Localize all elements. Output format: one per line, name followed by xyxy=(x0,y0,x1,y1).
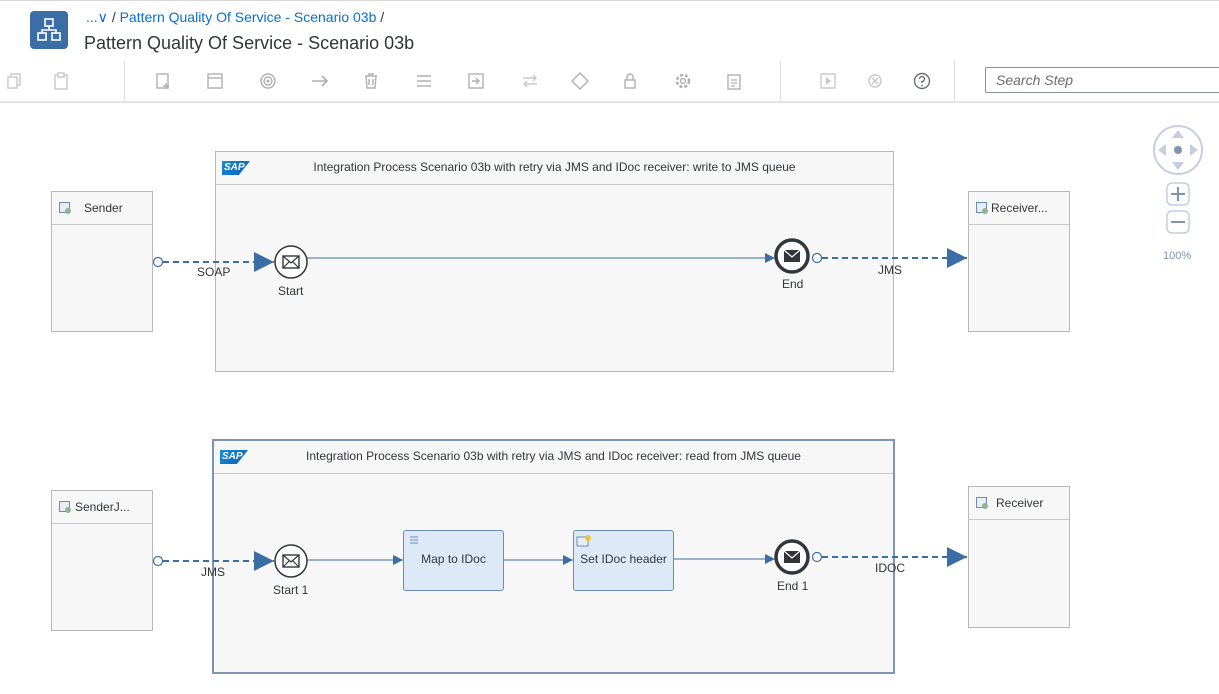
participant-icon xyxy=(59,202,71,214)
settings-icon[interactable] xyxy=(673,71,693,91)
content-modifier-step[interactable]: Set IDoc header xyxy=(573,530,674,591)
event-label: Start xyxy=(278,284,304,298)
event-label: End 1 xyxy=(777,579,809,593)
adapter-label: SOAP xyxy=(197,265,231,279)
pool-title: Integration Process Scenario 03b with re… xyxy=(306,449,801,463)
sender-participant[interactable]: SenderJ... xyxy=(51,490,153,631)
add-step-icon[interactable] xyxy=(153,71,173,91)
participant-label: Receiver... xyxy=(991,201,1048,215)
pool-header: SAP Integration Process Scenario 03b wit… xyxy=(216,152,893,185)
participant-header: Receiver xyxy=(969,487,1069,520)
participant-header: Receiver... xyxy=(969,192,1069,225)
participant-header: Sender xyxy=(52,192,152,225)
participant-header: SenderJ... xyxy=(52,491,152,524)
step-label: Map to IDoc xyxy=(421,552,486,566)
breadcrumb-more[interactable]: ... xyxy=(86,9,98,25)
pan-control-icon[interactable] xyxy=(1152,124,1204,176)
participant-label: Sender xyxy=(84,201,123,215)
sender-participant[interactable]: Sender xyxy=(51,191,153,332)
step-label: Set IDoc header xyxy=(580,552,667,566)
integration-process-pool[interactable]: SAP Integration Process Scenario 03b wit… xyxy=(212,439,895,674)
zoom-out-icon[interactable] xyxy=(1166,210,1190,234)
copy-icon[interactable] xyxy=(5,71,25,91)
integration-flow-icon xyxy=(30,11,68,49)
pool-title: Integration Process Scenario 03b with re… xyxy=(313,160,796,174)
toolbar-separator xyxy=(780,61,781,101)
page-title: Pattern Quality Of Service - Scenario 03… xyxy=(84,33,415,53)
zoom-level: 100% xyxy=(1163,250,1192,262)
event-icon[interactable] xyxy=(258,71,278,91)
clipboard-icon[interactable] xyxy=(724,71,744,91)
simulate-icon[interactable] xyxy=(818,71,838,91)
stop-icon[interactable] xyxy=(865,71,885,91)
help-icon[interactable] xyxy=(912,71,932,91)
pool-icon[interactable] xyxy=(205,71,225,91)
import-icon[interactable] xyxy=(466,71,486,91)
gateway-icon[interactable] xyxy=(570,71,590,91)
shell-header: ...∨ / Pattern Quality Of Service - Scen… xyxy=(0,0,1219,62)
event-label: End xyxy=(782,277,804,291)
chevron-down-icon[interactable]: ∨ xyxy=(98,9,108,25)
event-label: Start 1 xyxy=(273,583,309,597)
breadcrumb: ...∨ / Pattern Quality Of Service - Scen… xyxy=(86,9,384,26)
participant-label: Receiver xyxy=(996,496,1044,510)
pool-header: SAP Integration Process Scenario 03b wit… xyxy=(214,441,893,474)
toolbar-separator xyxy=(954,61,955,101)
mapping-icon xyxy=(410,536,418,544)
menu-icon[interactable] xyxy=(414,71,434,91)
receiver-participant[interactable]: Receiver... xyxy=(968,191,1070,332)
participant-icon xyxy=(59,501,71,513)
breadcrumb-link[interactable]: Pattern Quality Of Service - Scenario 03… xyxy=(120,9,377,25)
breadcrumb-separator: / xyxy=(111,9,116,25)
toolbar-separator xyxy=(124,61,125,101)
delete-icon[interactable] xyxy=(361,71,381,91)
swap-icon[interactable] xyxy=(520,71,540,91)
integration-process-pool[interactable]: SAP Integration Process Scenario 03b wit… xyxy=(215,151,894,372)
participant-icon xyxy=(976,497,988,509)
participant-label: SenderJ... xyxy=(75,500,130,514)
breadcrumb-separator: / xyxy=(380,9,385,25)
adapter-label: JMS xyxy=(201,565,225,579)
paste-icon[interactable] xyxy=(51,71,71,91)
adapter-label: JMS xyxy=(878,263,902,277)
adapter-label: IDOC xyxy=(875,561,905,575)
zoom-in-icon[interactable] xyxy=(1166,182,1190,206)
receiver-participant[interactable]: Receiver xyxy=(968,486,1070,628)
content-modifier-icon xyxy=(576,535,591,547)
message-mapping-step[interactable]: Map to IDoc xyxy=(403,530,504,591)
lock-icon[interactable] xyxy=(620,71,640,91)
connector-icon[interactable] xyxy=(310,71,330,91)
search-step-input[interactable] xyxy=(985,67,1219,93)
participant-icon xyxy=(976,202,988,214)
